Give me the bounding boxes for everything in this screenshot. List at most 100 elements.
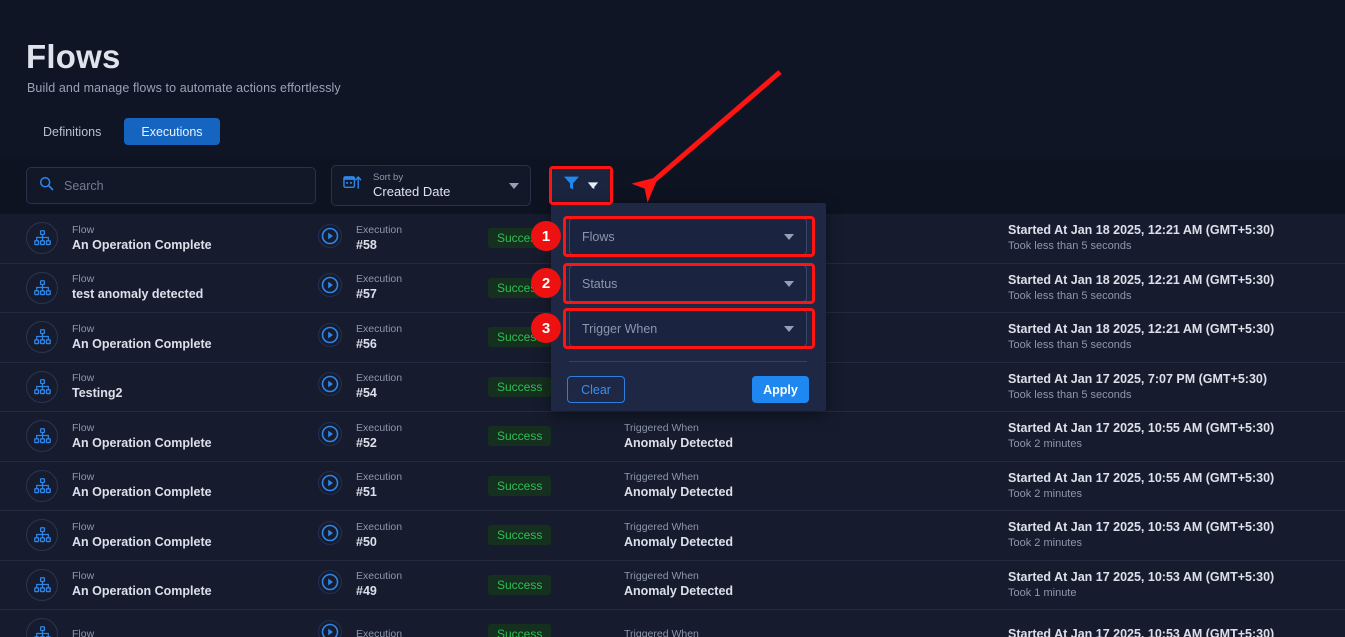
filter-flows-select[interactable]: Flows: [569, 218, 807, 255]
duration: Took 2 minutes: [1008, 438, 1082, 451]
execution-id: #49: [356, 584, 377, 599]
apply-button[interactable]: Apply: [752, 376, 809, 403]
tab-definitions[interactable]: Definitions: [26, 118, 118, 145]
filter-status-placeholder: Status: [582, 276, 618, 291]
execution-label: Execution: [356, 628, 403, 637]
search-input[interactable]: [64, 178, 303, 193]
execution-id: #58: [356, 237, 377, 252]
row-flow-cell: Flow An Operation Complete: [26, 420, 212, 453]
flow-name: An Operation Complete: [72, 584, 212, 599]
status-badge: Success: [488, 624, 552, 637]
row-status-cell: Success: [488, 525, 552, 546]
table-row[interactable]: Flow An Operation Complete Execution #50: [0, 511, 1345, 561]
execution-label: Execution: [356, 372, 403, 385]
play-circle-icon: [317, 371, 343, 402]
started-at: Started At Jan 18 2025, 12:21 AM (GMT+5:…: [1008, 322, 1275, 337]
execution-id: #52: [356, 435, 377, 450]
flows-executions-page: Flows Build and manage flows to automate…: [0, 0, 1345, 637]
play-circle-icon: [317, 421, 343, 452]
flow-label: Flow: [72, 570, 95, 583]
play-circle-icon: [317, 520, 343, 551]
tab-executions[interactable]: Executions: [124, 118, 220, 145]
duration: Took 2 minutes: [1008, 487, 1082, 500]
row-flow-cell: Flow test anomaly detected: [26, 271, 204, 304]
tab-bar: Definitions Executions: [26, 118, 220, 145]
play-circle-icon: [317, 223, 343, 254]
play-circle-icon: [317, 569, 343, 600]
clear-button[interactable]: Clear: [567, 376, 625, 403]
status-badge: Success: [488, 376, 552, 397]
row-status-cell: Success: [488, 376, 552, 397]
flow-name: test anomaly detected: [72, 287, 204, 302]
row-flow-cell: Flow: [26, 618, 94, 637]
execution-label: Execution: [356, 471, 403, 484]
table-row[interactable]: Flow An Operation Complete Execution #52: [0, 412, 1345, 462]
filter-status-select[interactable]: Status: [569, 265, 807, 302]
row-trigger-cell: Triggered When Anomaly Detected: [624, 470, 733, 501]
filter-flows-placeholder: Flows: [582, 229, 615, 244]
execution-label: Execution: [356, 223, 403, 236]
filter-trigger-when-select[interactable]: Trigger When: [569, 310, 807, 347]
filter-trigger-when-placeholder: Trigger When: [582, 321, 658, 336]
started-at: Started At Jan 17 2025, 10:53 AM (GMT+5:…: [1008, 520, 1275, 535]
search-box[interactable]: [26, 167, 316, 204]
row-started-cell: Started At Jan 17 2025, 7:07 PM (GMT+5:3…: [1008, 371, 1267, 403]
triggered-when-label: Triggered When: [624, 421, 699, 434]
started-at: Started At Jan 18 2025, 12:21 AM (GMT+5:…: [1008, 223, 1275, 238]
flow-hierarchy-icon: [26, 321, 58, 354]
duration: Took less than 5 seconds: [1008, 240, 1132, 253]
row-execution-cell: Execution: [317, 619, 402, 637]
search-icon: [39, 176, 54, 196]
started-at: Started At Jan 17 2025, 10:53 AM (GMT+5:…: [1008, 569, 1275, 584]
flow-name: An Operation Complete: [72, 237, 212, 252]
row-started-cell: Started At Jan 17 2025, 10:55 AM (GMT+5:…: [1008, 420, 1274, 452]
row-trigger-cell: Triggered When Anomaly Detected: [624, 421, 733, 452]
execution-label: Execution: [356, 520, 403, 533]
triggered-when-value: Anomaly Detected: [624, 435, 734, 450]
row-trigger-cell: Triggered When Anomaly Detected: [624, 520, 733, 551]
flow-label: Flow: [72, 628, 95, 637]
flow-name: An Operation Complete: [72, 336, 212, 351]
row-status-cell: Success: [488, 574, 552, 595]
table-row[interactable]: Flow An Operation Complete Execution #49: [0, 560, 1345, 610]
play-circle-icon: [317, 322, 343, 353]
execution-label: Execution: [356, 570, 403, 583]
row-flow-cell: Flow An Operation Complete: [26, 321, 212, 354]
flow-name: An Operation Complete: [72, 534, 212, 549]
flow-name: Testing2: [72, 386, 123, 401]
sort-by-select[interactable]: Sort by Created Date: [331, 165, 531, 206]
duration: Took 2 minutes: [1008, 537, 1082, 550]
table-row[interactable]: Flow Execution Success Triggered When St…: [0, 610, 1345, 637]
execution-id: #50: [356, 534, 377, 549]
row-execution-cell: Execution #52: [317, 421, 402, 452]
started-at: Started At Jan 17 2025, 10:53 AM (GMT+5:…: [1008, 626, 1275, 637]
flow-hierarchy-icon: [26, 618, 58, 637]
filter-chevron-down-icon: [587, 177, 599, 195]
row-flow-cell: Flow An Operation Complete: [26, 222, 212, 255]
table-row[interactable]: Flow An Operation Complete Execution #51: [0, 461, 1345, 511]
triggered-when-value: Anomaly Detected: [624, 534, 734, 549]
play-circle-icon: [317, 470, 343, 501]
row-execution-cell: Execution #56: [317, 322, 402, 353]
row-execution-cell: Execution #51: [317, 470, 402, 501]
started-at: Started At Jan 17 2025, 7:07 PM (GMT+5:3…: [1008, 371, 1268, 386]
annotation-badge-3: 3: [531, 313, 561, 343]
started-at: Started At Jan 18 2025, 12:21 AM (GMT+5:…: [1008, 272, 1275, 287]
execution-id: #56: [356, 336, 377, 351]
annotation-badge-1: 1: [531, 221, 561, 251]
execution-label: Execution: [356, 273, 403, 286]
flow-label: Flow: [72, 372, 95, 385]
filter-button[interactable]: [552, 169, 610, 202]
duration: Took 1 minute: [1008, 586, 1077, 599]
flow-label: Flow: [72, 273, 95, 286]
annotation-badge-2: 2: [531, 268, 561, 298]
chevron-down-icon: [784, 325, 794, 332]
row-status-cell: Success: [488, 475, 552, 496]
triggered-when-label: Triggered When: [624, 628, 699, 637]
flow-name: An Operation Complete: [72, 435, 212, 450]
row-flow-cell: Flow An Operation Complete: [26, 469, 212, 502]
flow-hierarchy-icon: [26, 568, 58, 601]
triggered-when-label: Triggered When: [624, 520, 699, 533]
chevron-down-icon: [509, 182, 519, 189]
flow-label: Flow: [72, 322, 95, 335]
